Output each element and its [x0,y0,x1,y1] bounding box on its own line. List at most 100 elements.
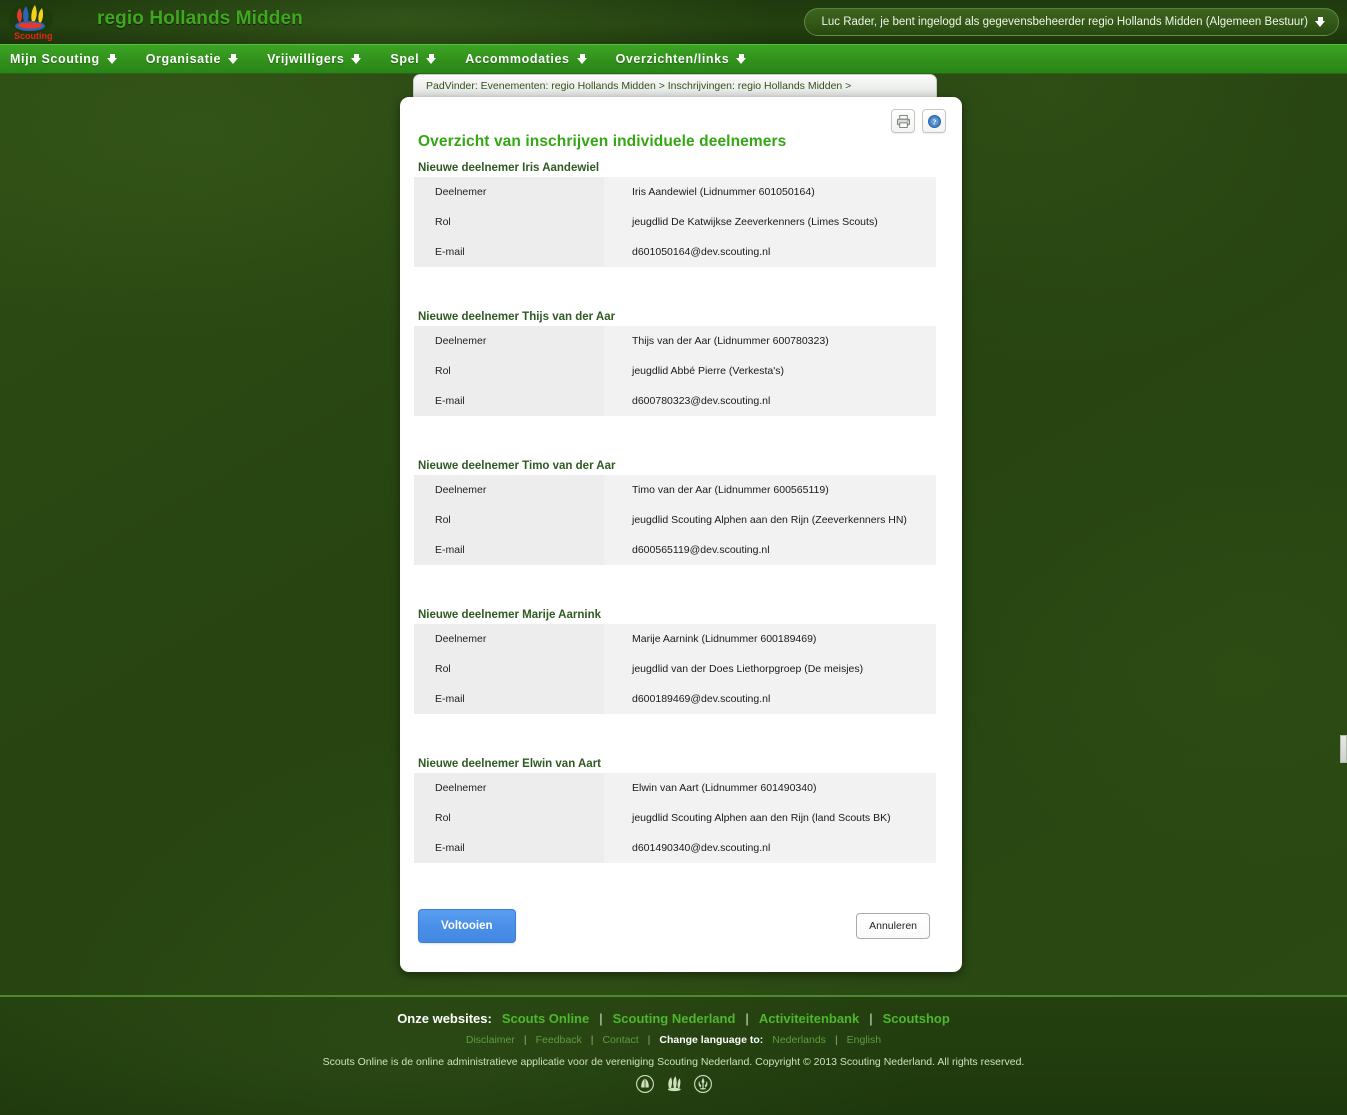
footer-link-activiteitenbank[interactable]: Activiteitenbank [759,1011,859,1026]
submit-button[interactable]: Voltooien [418,909,516,943]
participant-heading: Nieuwe deelnemer Iris Aandewiel [418,162,600,174]
row-label-rol: Rol [414,505,604,535]
table-row: Rol jeugdlid Abbé Pierre (Verkesta's) [414,356,936,386]
table-row: E-mail d601490340@dev.scouting.nl [414,833,936,863]
nav-label: Organisatie [145,52,222,66]
nav-item-mijn-scouting[interactable]: Mijn Scouting [10,52,134,66]
row-value-deelnemer: Thijs van der Aar (Lidnummer 600780323) [604,326,936,356]
nav-item-organisatie[interactable]: Organisatie [146,52,255,66]
row-label-deelnemer: Deelnemer [414,624,604,654]
printer-icon [896,114,910,128]
footer-link-contact[interactable]: Contact [602,1034,638,1046]
footer-link-disclaimer[interactable]: Disclaimer [466,1034,515,1046]
table-row: E-mail d600189469@dev.scouting.nl [414,684,936,714]
row-value-deelnemer: Iris Aandewiel (Lidnummer 601050164) [604,177,936,207]
participant-block: Nieuwe deelnemer Marije Aarnink Deelneme… [414,609,946,714]
nav-item-accommodaties[interactable]: Accommodaties [465,52,603,66]
scrollbar-sliver[interactable] [1340,735,1347,763]
footer-link-scouts-online[interactable]: Scouts Online [502,1011,589,1026]
row-label-deelnemer: Deelnemer [414,475,604,505]
participant-heading: Nieuwe deelnemer Elwin van Aart [418,758,601,770]
footer-separator: | [590,1034,594,1046]
table-row: Deelnemer Timo van der Aar (Lidnummer 60… [414,475,936,505]
language-option-nederlands[interactable]: Nederlands [772,1034,826,1046]
form-actions: Voltooien Annuleren [414,909,936,943]
table-row: Rol jeugdlid van der Does Liethorpgroep … [414,654,936,684]
breadcrumb[interactable]: PadVinder: Evenementen: regio Hollands M… [413,74,937,97]
footer-link-scoutshop[interactable]: Scoutshop [883,1011,950,1026]
nav-label: Mijn Scouting [10,52,100,66]
footer-link-feedback[interactable]: Feedback [536,1034,582,1046]
table-row: Deelnemer Iris Aandewiel (Lidnummer 6010… [414,177,936,207]
footer-separator: | [834,1034,838,1046]
participant-block: Nieuwe deelnemer Iris Aandewiel Deelneme… [414,162,946,267]
user-status-menu[interactable]: Luc Rader, je bent ingelogd als gegevens… [804,8,1339,36]
chevron-down-icon [576,53,588,65]
row-value-email: d601490340@dev.scouting.nl [604,833,936,863]
panel-toolbar: ? [891,109,946,133]
scouting-nederland-icon [667,1076,681,1092]
content-panel: ? Overzicht van inschrijven individuele … [400,97,962,972]
nav-label: Spel [390,52,420,66]
table-row: Deelnemer Thijs van der Aar (Lidnummer 6… [414,326,936,356]
row-value-rol: jeugdlid Scouting Alphen aan den Rijn (Z… [604,505,936,535]
participant-table: Deelnemer Elwin van Aart (Lidnummer 6014… [414,773,936,863]
row-value-deelnemer: Elwin van Aart (Lidnummer 601490340) [604,773,936,803]
table-row: E-mail d601050164@dev.scouting.nl [414,237,936,267]
participant-block: Nieuwe deelnemer Timo van der Aar Deelne… [414,460,946,565]
table-row: Deelnemer Marije Aarnink (Lidnummer 6001… [414,624,936,654]
row-value-rol: jeugdlid Scouting Alphen aan den Rijn (l… [604,803,936,833]
participant-block: Nieuwe deelnemer Elwin van Aart Deelneme… [414,758,946,863]
row-label-deelnemer: Deelnemer [414,177,604,207]
nav-item-overzichten-links[interactable]: Overzichten/links [616,52,764,66]
site-header: Scouting regio Hollands Midden Luc Rader… [0,0,1347,44]
chevron-down-icon [736,53,747,65]
cancel-button[interactable]: Annuleren [856,913,930,939]
copyright-text: Scouts Online is de online administratie… [322,1056,1025,1068]
nav-item-vrijwilligers[interactable]: Vrijwilligers [267,52,378,66]
chevron-down-icon [351,53,362,65]
help-button[interactable]: ? [922,109,946,133]
row-value-rol: jeugdlid De Katwijkse Zeeverkenners (Lim… [604,207,936,237]
row-value-deelnemer: Marije Aarnink (Lidnummer 600189469) [604,624,936,654]
participant-table: Deelnemer Iris Aandewiel (Lidnummer 6010… [414,177,936,267]
footer-link-scouting-nederland[interactable]: Scouting Nederland [613,1011,736,1026]
nav-label: Accommodaties [465,52,570,66]
participant-table: Deelnemer Thijs van der Aar (Lidnummer 6… [414,326,936,416]
content-column: PadVinder: Evenementen: regio Hollands M… [400,74,962,972]
help-icon: ? [927,114,941,128]
footer-links-row: Disclaimer | Feedback | Contact | Change… [0,1034,1347,1046]
table-row: Deelnemer Elwin van Aart (Lidnummer 6014… [414,773,936,803]
page-title: Overzicht van inschrijven individuele de… [418,133,787,150]
main-navigation: Mijn Scouting Organisatie Vrijwilligers … [0,44,1347,74]
row-label-rol: Rol [414,803,604,833]
row-value-email: d600565119@dev.scouting.nl [604,535,936,565]
scouting-logo-icon[interactable]: Scouting [6,1,56,43]
row-value-email: d600189469@dev.scouting.nl [604,684,936,714]
row-value-email: d600780323@dev.scouting.nl [604,386,936,416]
nav-item-spel[interactable]: Spel [390,52,453,66]
row-label-deelnemer: Deelnemer [414,326,604,356]
wagggs-icon [635,1075,654,1093]
row-value-rol: jeugdlid Abbé Pierre (Verkesta's) [604,356,936,386]
row-label-rol: Rol [414,654,604,684]
footer-sites-label: Onze websites: [397,1011,492,1026]
table-row: Rol jeugdlid Scouting Alphen aan den Rij… [414,505,936,535]
nav-label: Overzichten/links [615,52,730,66]
participant-heading: Nieuwe deelnemer Marije Aarnink [418,609,602,621]
table-row: Rol jeugdlid Scouting Alphen aan den Rij… [414,803,936,833]
footer-separator: | [599,1011,603,1026]
breadcrumb-text: PadVinder: Evenementen: regio Hollands M… [426,80,852,92]
print-button[interactable] [891,109,915,133]
participant-heading: Nieuwe deelnemer Timo van der Aar [418,460,616,472]
table-row: E-mail d600780323@dev.scouting.nl [414,386,936,416]
chevron-down-icon [426,53,437,65]
footer-sites-row: Onze websites: Scouts Online | Scouting … [0,1011,1347,1026]
row-label-email: E-mail [414,833,604,863]
row-label-email: E-mail [414,386,604,416]
participant-table: Deelnemer Timo van der Aar (Lidnummer 60… [414,475,936,565]
footer-separator: | [745,1011,749,1026]
language-option-english[interactable]: English [847,1034,881,1046]
row-label-deelnemer: Deelnemer [414,773,604,803]
footer-separator: | [647,1034,651,1046]
